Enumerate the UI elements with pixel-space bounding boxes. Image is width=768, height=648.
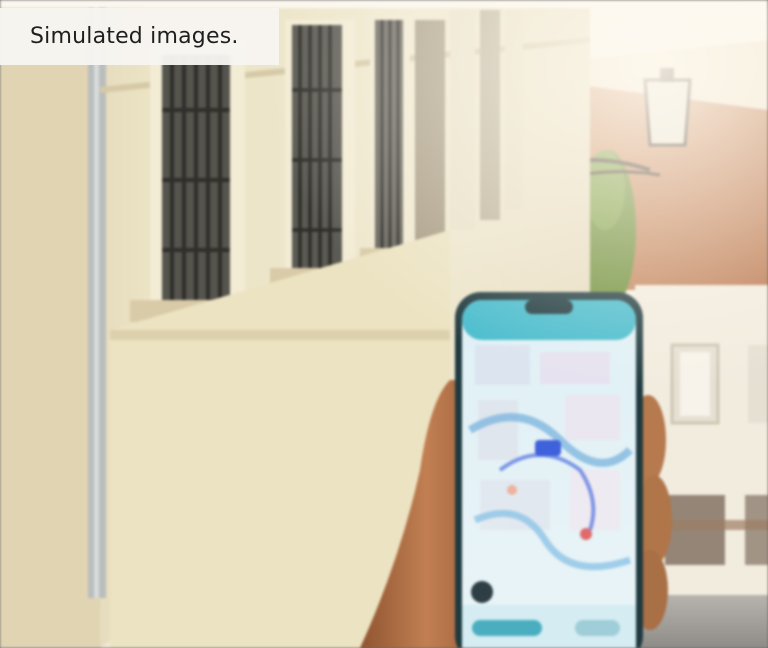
street-scene-photo: [0, 0, 768, 648]
photo-frame: Simulated images.: [0, 0, 768, 648]
simulated-images-caption: Simulated images.: [0, 8, 279, 65]
caption-text: Simulated images.: [30, 24, 239, 49]
